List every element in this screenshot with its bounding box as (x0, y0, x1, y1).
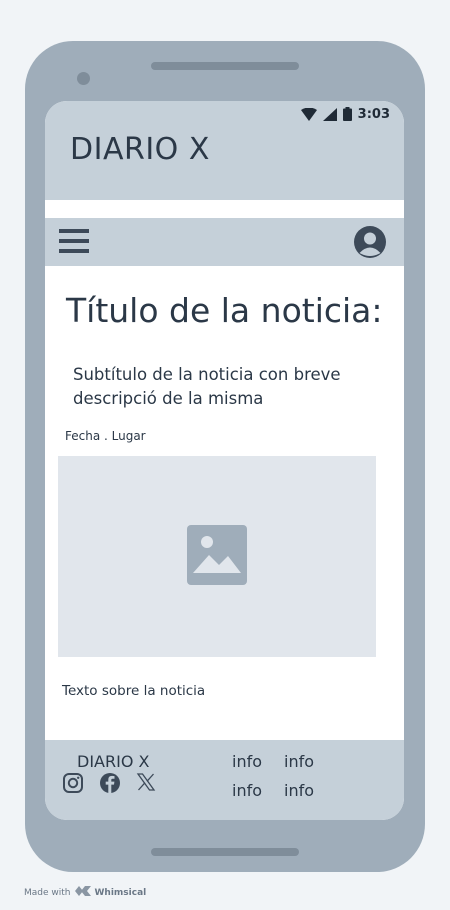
article-title: Título de la noticia: (66, 291, 383, 330)
app-brand: DIARIO X (70, 132, 210, 167)
nav-bar (45, 218, 404, 266)
footer-brand: DIARIO X (77, 752, 150, 771)
whimsical-logo-icon (74, 886, 91, 899)
battery-icon (342, 107, 352, 121)
whimsical-brand-label: Whimsical (94, 887, 147, 898)
status-time: 3:03 (357, 106, 390, 122)
home-indicator (151, 848, 299, 856)
article-date-location: Fecha . Lugar (65, 429, 146, 443)
footer-info-link[interactable]: info (232, 781, 284, 800)
hamburger-menu-icon[interactable] (59, 229, 89, 255)
instagram-icon[interactable] (62, 772, 84, 794)
camera-dot (77, 72, 90, 85)
article-image (58, 456, 376, 657)
user-avatar-icon[interactable] (354, 226, 386, 258)
social-links (62, 772, 158, 794)
footer-info-links: info info info info (232, 752, 324, 800)
article-body: Texto sobre la noticia (62, 683, 206, 699)
app-header: 3:03 DIARIO X (45, 101, 404, 200)
footer-info-link[interactable]: info (284, 781, 324, 800)
image-placeholder-icon (187, 524, 247, 589)
facebook-icon[interactable] (99, 772, 121, 794)
footer-info-link[interactable]: info (284, 752, 324, 771)
footer-info-link[interactable]: info (232, 752, 284, 771)
speaker-slot (151, 62, 299, 70)
whimsical-watermark: Made with Whimsical (24, 886, 146, 899)
phone-frame: 3:03 DIARIO X Título de la noticia: Subt… (25, 41, 425, 872)
status-bar: 3:03 (300, 105, 390, 123)
signal-icon (322, 107, 337, 121)
phone-screen: 3:03 DIARIO X Título de la noticia: Subt… (45, 101, 404, 820)
footer: DIARIO X info info info info (45, 740, 404, 820)
made-with-label: Made with (24, 887, 71, 898)
x-icon[interactable] (136, 772, 158, 794)
article-subtitle: Subtítulo de la noticia con breve descri… (73, 365, 341, 408)
wifi-icon (300, 107, 317, 121)
